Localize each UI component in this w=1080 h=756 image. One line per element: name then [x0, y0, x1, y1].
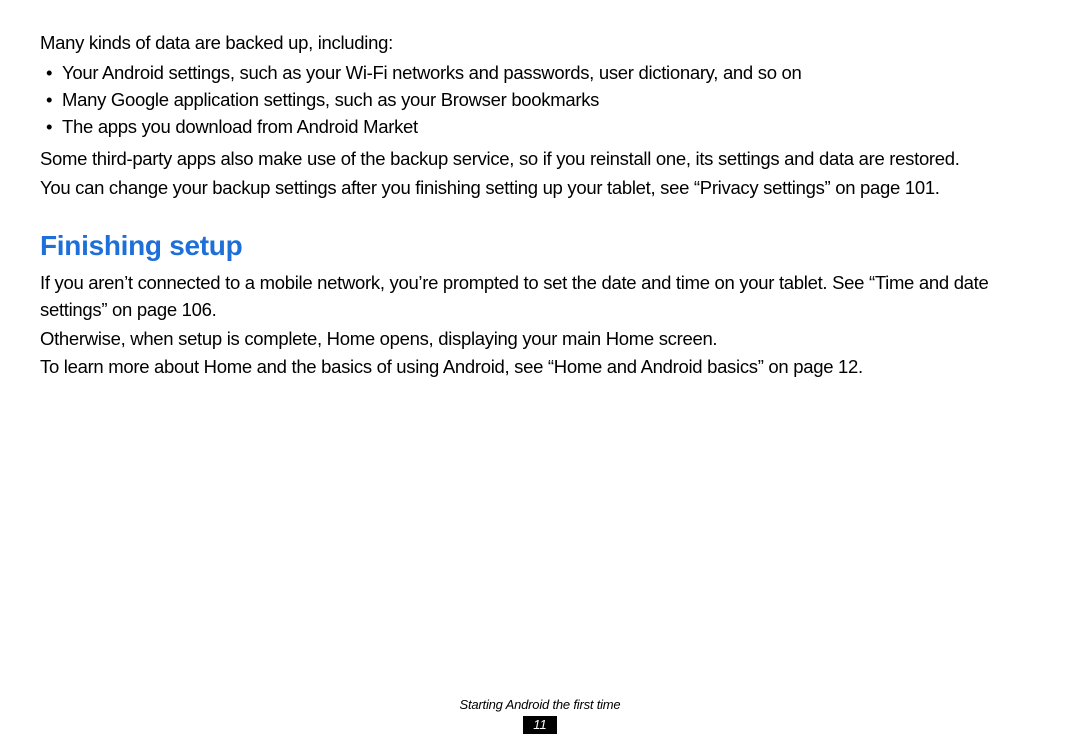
- body-paragraph: Some third-party apps also make use of t…: [40, 146, 1040, 173]
- bullet-item: Many Google application settings, such a…: [46, 87, 1040, 114]
- footer-chapter-title: Starting Android the first time: [0, 697, 1080, 712]
- page-footer: Starting Android the first time 11: [0, 697, 1080, 734]
- bullet-item: The apps you download from Android Marke…: [46, 114, 1040, 141]
- backup-intro-text: Many kinds of data are backed up, includ…: [40, 30, 1040, 56]
- body-paragraph: If you aren’t connected to a mobile netw…: [40, 270, 1040, 324]
- page-content: Many kinds of data are backed up, includ…: [40, 30, 1040, 381]
- body-paragraph: To learn more about Home and the basics …: [40, 354, 1040, 381]
- body-paragraph: You can change your backup settings afte…: [40, 175, 1040, 202]
- body-paragraph: Otherwise, when setup is complete, Home …: [40, 326, 1040, 353]
- section-heading-finishing-setup: Finishing setup: [40, 230, 1040, 262]
- page-number: 11: [523, 716, 557, 734]
- bullet-item: Your Android settings, such as your Wi-F…: [46, 60, 1040, 87]
- backup-bullet-list: Your Android settings, such as your Wi-F…: [40, 60, 1040, 140]
